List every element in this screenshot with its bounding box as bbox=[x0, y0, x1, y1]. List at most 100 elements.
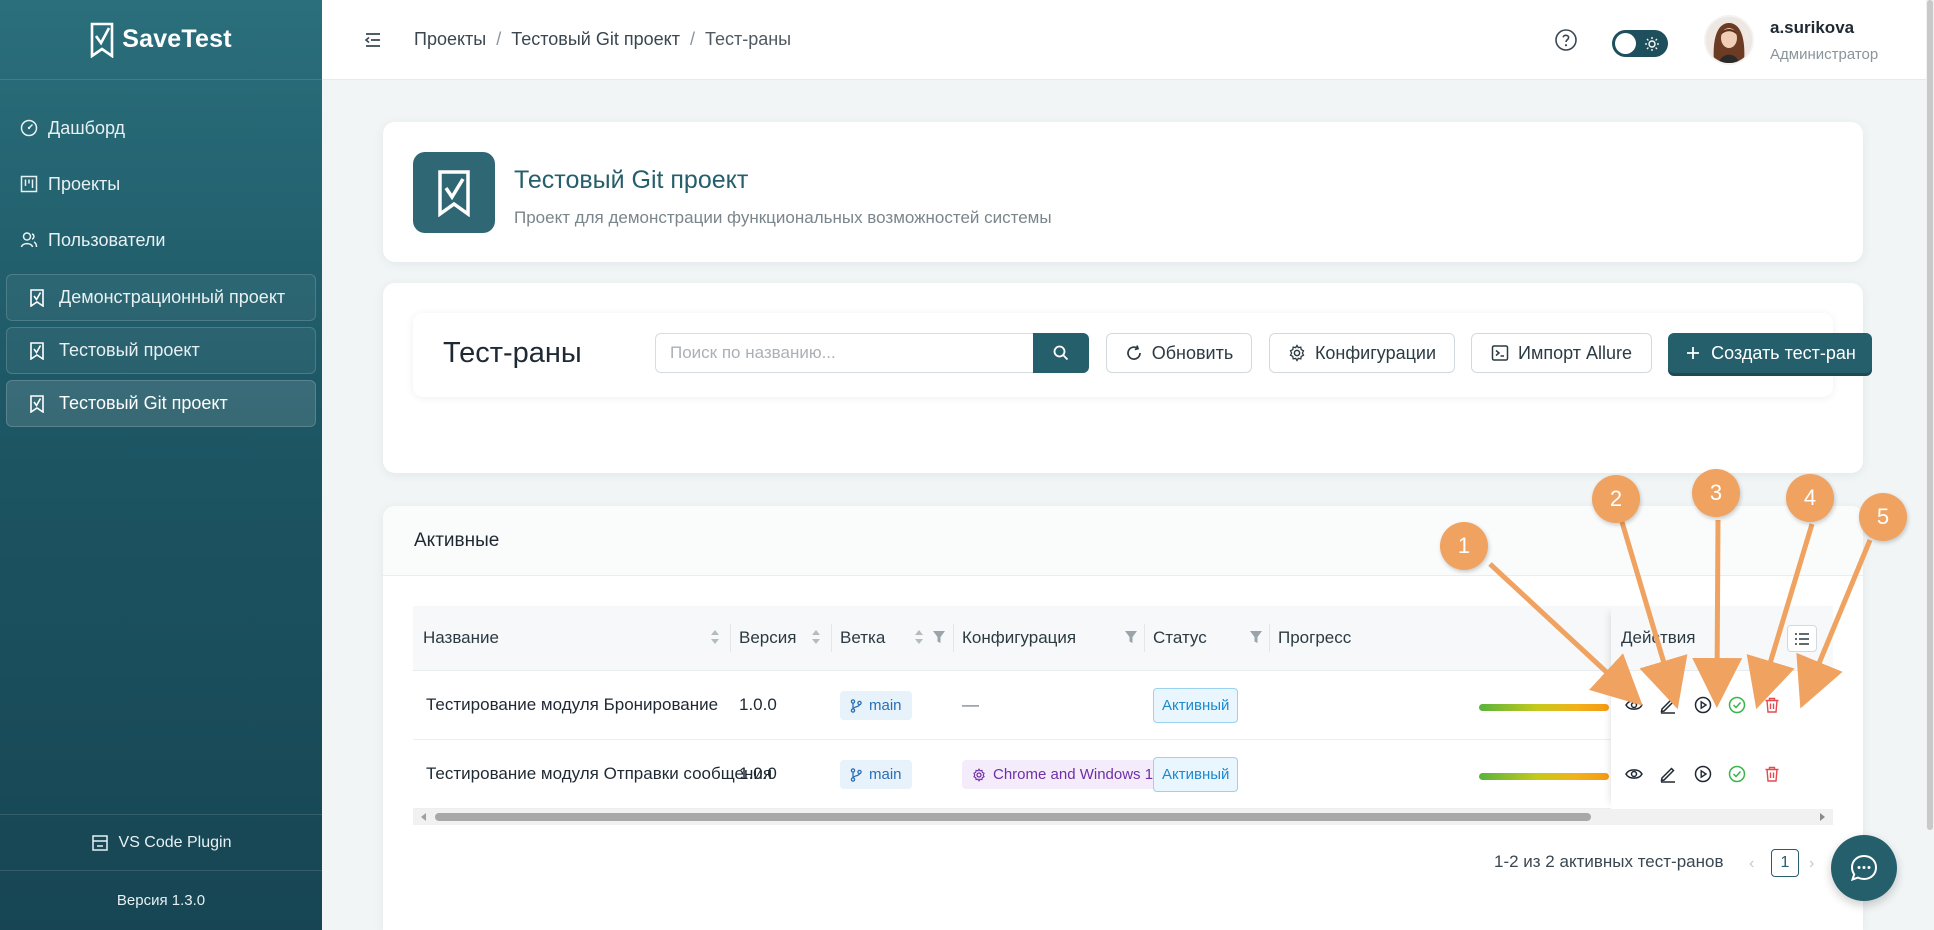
column-header-branch[interactable]: Ветка bbox=[840, 628, 885, 648]
refresh-icon bbox=[1126, 345, 1141, 360]
filter-icon[interactable] bbox=[1249, 630, 1263, 644]
sidebar: SaveTest Дашборд Проекты Пользователи Де… bbox=[0, 0, 322, 930]
active-runs-header: Активные bbox=[383, 506, 1863, 576]
search-button[interactable] bbox=[1033, 333, 1089, 373]
pagination-next[interactable]: › bbox=[1809, 855, 1814, 873]
sort-icon[interactable] bbox=[710, 628, 720, 646]
scroll-left-arrow[interactable] bbox=[421, 813, 426, 821]
app-logo[interactable]: SaveTest bbox=[0, 0, 322, 80]
edit-pencil-icon[interactable] bbox=[1659, 765, 1677, 783]
filter-icon[interactable] bbox=[932, 630, 946, 644]
table-horizontal-scrollbar[interactable] bbox=[413, 809, 1833, 825]
page-scroll-thumb[interactable] bbox=[1927, 0, 1933, 830]
app-version: Версия 1.3.0 bbox=[0, 870, 322, 930]
annotation-marker-5: 5 bbox=[1859, 493, 1907, 541]
column-header-version[interactable]: Версия bbox=[739, 628, 796, 648]
plus-icon bbox=[1687, 347, 1700, 359]
git-branch-icon bbox=[850, 767, 862, 782]
project-title: Тестовый Git проект bbox=[514, 166, 749, 194]
test-runs-table: Название Версия Ветка Конфигурация Стату… bbox=[413, 606, 1833, 809]
breadcrumb-project[interactable]: Тестовый Git проект bbox=[511, 29, 680, 50]
project-description: Проект для демонстрации функциональных в… bbox=[514, 208, 1052, 227]
page-title: Тест-раны bbox=[443, 337, 582, 369]
search-icon bbox=[1053, 345, 1069, 361]
theme-toggle[interactable] bbox=[1612, 30, 1668, 57]
config-tag: Chrome and Windows 11 bbox=[962, 760, 1171, 789]
progress-bar bbox=[1479, 773, 1609, 780]
store-icon bbox=[91, 834, 108, 851]
sort-icon[interactable] bbox=[914, 628, 924, 646]
breadcrumb-separator: / bbox=[689, 29, 695, 49]
sort-icon[interactable] bbox=[811, 628, 821, 646]
menu-toggle-icon[interactable] bbox=[362, 29, 384, 51]
create-test-run-button[interactable]: Создать тест-ран bbox=[1668, 333, 1872, 373]
chat-button[interactable] bbox=[1831, 835, 1897, 901]
column-header-status[interactable]: Статус bbox=[1153, 628, 1207, 648]
breadcrumb-current: Тест-раны bbox=[704, 29, 792, 49]
projects-icon bbox=[20, 175, 38, 193]
sidebar-project-label: Тестовый Git проект bbox=[59, 393, 228, 413]
project-card: Тестовый Git проект Проект для демонстра… bbox=[383, 122, 1863, 262]
branch-label: main bbox=[869, 766, 902, 783]
project-bookmark-icon bbox=[30, 394, 44, 413]
sidebar-item-projects[interactable]: Проекты bbox=[0, 156, 322, 212]
run-config-empty: — bbox=[962, 695, 979, 714]
sidebar-item-dashboard[interactable]: Дашборд bbox=[0, 100, 322, 156]
column-header-name[interactable]: Название bbox=[423, 628, 499, 648]
column-header-actions: Действия bbox=[1621, 628, 1696, 647]
plugin-label: VS Code Plugin bbox=[118, 833, 232, 851]
refresh-button[interactable]: Обновить bbox=[1106, 333, 1252, 373]
run-name[interactable]: Тестирование модуля Бронирование bbox=[426, 695, 718, 715]
vscode-plugin-link[interactable]: VS Code Plugin bbox=[0, 814, 322, 870]
import-allure-label: Импорт Allure bbox=[1518, 342, 1632, 363]
configurations-button[interactable]: Конфигурации bbox=[1269, 333, 1455, 373]
delete-trash-icon[interactable] bbox=[1763, 696, 1781, 714]
breadcrumb-projects[interactable]: Проекты bbox=[414, 29, 486, 50]
view-eye-icon[interactable] bbox=[1625, 765, 1643, 783]
test-runs-toolbar: Тест-раны Поиск по названию... Обновить … bbox=[413, 313, 1872, 397]
run-play-icon[interactable] bbox=[1694, 765, 1712, 783]
avatar[interactable] bbox=[1704, 15, 1754, 65]
create-test-run-label: Создать тест-ран bbox=[1711, 342, 1856, 363]
help-icon[interactable] bbox=[1554, 28, 1578, 52]
filter-icon[interactable] bbox=[1124, 630, 1138, 644]
sidebar-item-label: Пользователи bbox=[48, 229, 166, 250]
sidebar-nav: Дашборд Проекты Пользователи Демонстраци… bbox=[0, 80, 322, 427]
sidebar-project-demo[interactable]: Демонстрационный проект bbox=[6, 274, 316, 321]
column-header-progress[interactable]: Прогресс bbox=[1278, 628, 1351, 648]
search-input[interactable]: Поиск по названию... bbox=[655, 333, 1033, 373]
sidebar-project-test[interactable]: Тестовый проект bbox=[6, 327, 316, 374]
annotation-marker-4: 4 bbox=[1786, 474, 1834, 522]
scroll-thumb[interactable] bbox=[435, 813, 1591, 821]
delete-trash-icon[interactable] bbox=[1763, 765, 1781, 783]
pagination-prev[interactable]: ‹ bbox=[1749, 855, 1754, 873]
complete-check-icon[interactable] bbox=[1728, 696, 1746, 714]
project-bookmark-icon bbox=[30, 341, 44, 360]
annotation-marker-3: 3 bbox=[1692, 469, 1740, 517]
sidebar-item-users[interactable]: Пользователи bbox=[0, 212, 322, 268]
column-settings-button[interactable] bbox=[1787, 625, 1817, 652]
run-name[interactable]: Тестирование модуля Отправки сообщения bbox=[426, 764, 772, 784]
complete-check-icon[interactable] bbox=[1728, 765, 1746, 783]
pagination-page[interactable]: 1 bbox=[1771, 849, 1799, 877]
import-allure-button[interactable]: Импорт Allure bbox=[1471, 333, 1652, 373]
sidebar-project-git[interactable]: Тестовый Git проект bbox=[6, 380, 316, 427]
breadcrumb-separator: / bbox=[496, 29, 502, 49]
gear-icon bbox=[973, 767, 985, 782]
column-separator bbox=[730, 624, 731, 652]
scroll-right-arrow[interactable] bbox=[1820, 813, 1825, 821]
user-name: a.surikova bbox=[1770, 18, 1855, 37]
terminal-icon bbox=[1491, 345, 1509, 361]
sidebar-project-label: Тестовый проект bbox=[59, 340, 200, 360]
view-eye-icon[interactable] bbox=[1625, 696, 1643, 714]
active-runs-card: Активные Название Версия Ветка Конфигура… bbox=[383, 506, 1863, 930]
edit-pencil-icon[interactable] bbox=[1659, 696, 1677, 714]
config-label: Chrome and Windows 11 bbox=[993, 766, 1161, 783]
column-header-config[interactable]: Конфигурация bbox=[962, 628, 1076, 648]
column-separator bbox=[831, 624, 832, 652]
page-scrollbar[interactable] bbox=[1926, 0, 1934, 830]
run-play-icon[interactable] bbox=[1694, 696, 1712, 714]
sidebar-project-label: Демонстрационный проект bbox=[59, 287, 286, 307]
test-runs-card: Тест-раны Поиск по названию... Обновить … bbox=[383, 283, 1872, 473]
branch-label: main bbox=[869, 697, 902, 714]
